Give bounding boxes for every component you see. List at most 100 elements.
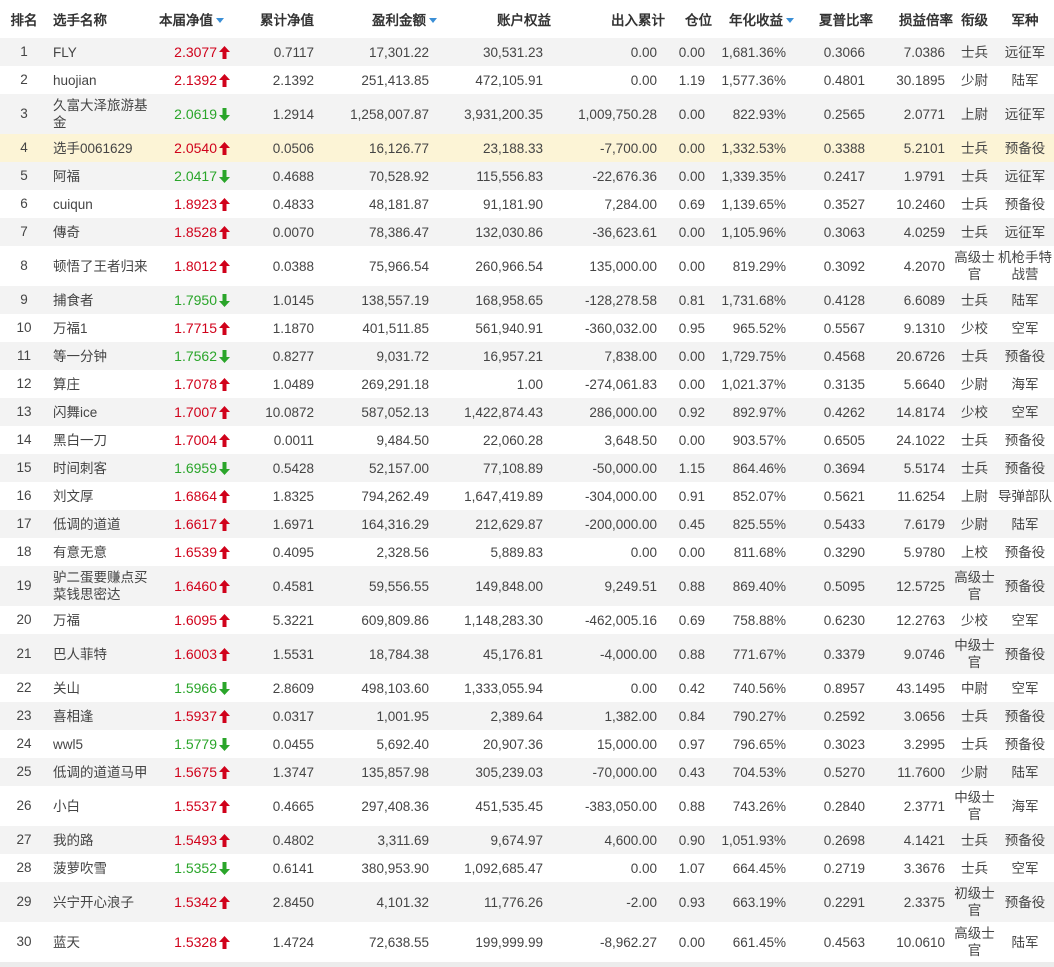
table-row[interactable]: 10 万福1 1.7715 1.1870 401,511.85 561,940.91 -36… bbox=[0, 314, 1054, 342]
inout-cell: -4,000.00 bbox=[599, 646, 657, 662]
player-name[interactable]: 时间刺客 bbox=[48, 454, 153, 482]
table-row[interactable]: 23 喜相逢 1.5937 0.0317 1,001.95 2,389.64 1,382.0… bbox=[0, 702, 1054, 730]
rank-title-cell: 上尉 bbox=[961, 488, 988, 504]
table-row[interactable]: 28 菠萝吹雪 1.5352 0.6141 380,953.90 1,092,685.47… bbox=[0, 854, 1054, 882]
table-row[interactable]: 19 驴二蛋要赚点买菜钱思密达 1.6460 0.4581 59,556.55 149,8… bbox=[0, 566, 1054, 606]
player-name[interactable]: 驴二蛋要赚点买菜钱思密达 bbox=[48, 566, 153, 606]
player-name[interactable]: 低调的道道马甲 bbox=[48, 758, 153, 786]
sharpe-cell: 0.5433 bbox=[823, 516, 865, 532]
equity-cell: 1,148,283.30 bbox=[464, 612, 543, 628]
player-name[interactable]: 捕食者 bbox=[48, 286, 153, 314]
header-branch[interactable]: 军种 bbox=[996, 0, 1054, 38]
table-row[interactable]: 15 时间刺客 1.6959 0.5428 52,157.00 77,108.89 -50,… bbox=[0, 454, 1054, 482]
nav-cell: 1.8012 bbox=[153, 246, 234, 286]
player-name[interactable]: cuiqun bbox=[48, 190, 153, 218]
player-name[interactable]: 阿福 bbox=[48, 162, 153, 190]
player-name[interactable]: FLY bbox=[48, 38, 153, 66]
profit-cell: 48,181.87 bbox=[368, 196, 429, 212]
table-row[interactable]: 26 小白 1.5537 0.4665 297,408.36 451,535.45 -383… bbox=[0, 786, 1054, 826]
nav-value: 1.7007 bbox=[174, 403, 217, 420]
header-position[interactable]: 仓位 bbox=[665, 0, 712, 38]
sharpe-cell: 0.3135 bbox=[823, 376, 865, 392]
header-name[interactable]: 选手名称 bbox=[48, 0, 153, 38]
player-name[interactable]: 选手0061629 bbox=[48, 134, 153, 162]
player-name[interactable]: 刘文厚 bbox=[48, 482, 153, 510]
player-name[interactable]: 久富大泽旅游基金 bbox=[48, 94, 153, 134]
player-name[interactable]: 闪舞ice bbox=[48, 398, 153, 426]
table-row[interactable]: 6 cuiqun 1.8923 0.4833 48,181.87 91,181.90 7,2… bbox=[0, 190, 1054, 218]
table-row[interactable]: 17 低调的道道 1.6617 1.6971 164,316.29 212,629.87 -… bbox=[0, 510, 1054, 538]
player-name[interactable]: 有意无意 bbox=[48, 538, 153, 566]
position-cell: 0.42 bbox=[678, 680, 705, 696]
player-name[interactable]: 菠萝吹雪 bbox=[48, 854, 153, 882]
header-rank-title[interactable]: 衔级 bbox=[953, 0, 996, 38]
nav-value: 1.8923 bbox=[174, 195, 217, 212]
player-name[interactable]: 喜相逢 bbox=[48, 702, 153, 730]
rank-title-cell: 士兵 bbox=[961, 860, 988, 876]
pl-ratio-cell: 10.0610 bbox=[896, 934, 945, 950]
player-name[interactable]: huojian bbox=[48, 66, 153, 94]
player-name[interactable]: 巴人菲特 bbox=[48, 634, 153, 674]
sharpe-cell: 0.3063 bbox=[823, 224, 865, 240]
table-row[interactable]: 20 万福 1.6095 5.3221 609,809.86 1,148,283.30 -4… bbox=[0, 606, 1054, 634]
player-name[interactable]: 蓝天 bbox=[48, 922, 153, 962]
position-cell: 0.00 bbox=[678, 106, 705, 122]
player-name[interactable]: 我的路 bbox=[48, 826, 153, 854]
header-rank[interactable]: 排名 bbox=[0, 0, 48, 38]
player-name[interactable]: 万福 bbox=[48, 606, 153, 634]
arrow-up-icon bbox=[219, 895, 230, 909]
player-name[interactable]: 关山 bbox=[48, 674, 153, 702]
position-cell: 0.97 bbox=[678, 736, 705, 752]
player-name[interactable]: 顿悟了王者归来 bbox=[48, 246, 153, 286]
table-row[interactable]: 2 huojian 2.1392 2.1392 251,413.85 472,105.91… bbox=[0, 66, 1054, 94]
header-nav[interactable]: 本届净值 bbox=[153, 0, 234, 38]
table-row[interactable]: 12 算庄 1.7078 1.0489 269,291.18 1.00 -274,061.8… bbox=[0, 370, 1054, 398]
branch-cell: 陆军 bbox=[1011, 934, 1039, 950]
inout-cell: -50,000.00 bbox=[592, 460, 657, 476]
table-row[interactable]: 3 久富大泽旅游基金 2.0619 1.2914 1,258,007.87 3,931,2… bbox=[0, 94, 1054, 134]
profit-cell: 5,692.40 bbox=[376, 736, 429, 752]
equity-cell: 1,092,685.47 bbox=[464, 860, 543, 876]
profit-cell: 2,328.56 bbox=[376, 544, 429, 560]
table-row[interactable]: 13 闪舞ice 1.7007 10.0872 587,052.13 1,422,874.… bbox=[0, 398, 1054, 426]
header-equity[interactable]: 账户权益 bbox=[437, 0, 551, 38]
player-name[interactable]: 算庄 bbox=[48, 370, 153, 398]
table-row[interactable]: 27 我的路 1.5493 0.4802 3,311.69 9,674.97 4,600.0… bbox=[0, 826, 1054, 854]
table-row[interactable]: 11 等一分钟 1.7562 0.8277 9,031.72 16,957.21 7,838… bbox=[0, 342, 1054, 370]
inout-cell: 1,382.00 bbox=[604, 708, 657, 724]
table-row[interactable]: 5 阿福 2.0417 0.4688 70,528.92 115,556.83 -22,67… bbox=[0, 162, 1054, 190]
header-pl-ratio[interactable]: 损益倍率 bbox=[873, 0, 953, 38]
player-name[interactable]: 傳奇 bbox=[48, 218, 153, 246]
table-row[interactable]: 9 捕食者 1.7950 1.0145 138,557.19 168,958.65 -128… bbox=[0, 286, 1054, 314]
player-name[interactable]: 小白 bbox=[48, 786, 153, 826]
table-row[interactable]: 7 傳奇 1.8528 0.0070 78,386.47 132,030.86 -36,62… bbox=[0, 218, 1054, 246]
branch-cell: 海军 bbox=[1011, 376, 1039, 392]
player-name[interactable]: 黑白一刀 bbox=[48, 426, 153, 454]
player-name[interactable]: 低调的道道 bbox=[48, 510, 153, 538]
pl-ratio-cell: 2.3771 bbox=[903, 798, 945, 814]
player-name[interactable]: wwl5 bbox=[48, 730, 153, 758]
table-row[interactable]: 18 有意无意 1.6539 0.4095 2,328.56 5,889.83 0.00 0.… bbox=[0, 538, 1054, 566]
header-cum-nav[interactable]: 累计净值 bbox=[234, 0, 324, 38]
table-row[interactable]: 14 黑白一刀 1.7004 0.0011 9,484.50 22,060.28 3,648… bbox=[0, 426, 1054, 454]
table-row[interactable]: 22 关山 1.5966 2.8609 498,103.60 1,333,055.94 0.… bbox=[0, 674, 1054, 702]
table-row[interactable]: 8 顿悟了王者归来 1.8012 0.0388 75,966.54 260,966.54 1… bbox=[0, 246, 1054, 286]
rank-title-cell: 士兵 bbox=[961, 708, 988, 724]
table-row[interactable]: 21 巴人菲特 1.6003 1.5531 18,784.38 45,176.81 -4,0… bbox=[0, 634, 1054, 674]
table-row[interactable]: 25 低调的道道马甲 1.5675 1.3747 135,857.98 305,239.0… bbox=[0, 758, 1054, 786]
table-row[interactable]: 16 刘文厚 1.6864 1.8325 794,262.49 1,647,419.89 -… bbox=[0, 482, 1054, 510]
table-row[interactable]: 1 FLY 2.3077 0.7117 17,301.22 30,531.23 0.00 0.… bbox=[0, 38, 1054, 66]
player-name[interactable]: 兴宁开心浪子 bbox=[48, 882, 153, 922]
table-row[interactable]: 30 蓝天 1.5328 1.4724 72,638.55 199,999.99 -8,96… bbox=[0, 922, 1054, 962]
player-name[interactable]: 等一分钟 bbox=[48, 342, 153, 370]
header-inout[interactable]: 出入累计 bbox=[551, 0, 665, 38]
table-row[interactable]: 4 选手0061629 2.0540 0.0506 16,126.77 23,188.33… bbox=[0, 134, 1054, 162]
arrow-up-icon bbox=[219, 141, 230, 155]
table-row[interactable]: 24 wwl5 1.5779 0.0455 5,692.40 20,907.36 15,00… bbox=[0, 730, 1054, 758]
header-profit[interactable]: 盈利金额 bbox=[324, 0, 437, 38]
header-annual[interactable]: 年化收益 bbox=[712, 0, 794, 38]
table-row[interactable]: 29 兴宁开心浪子 1.5342 2.8450 4,101.32 11,776.26 -2.… bbox=[0, 882, 1054, 922]
header-sharpe[interactable]: 夏普比率 bbox=[794, 0, 873, 38]
rank-title-cell: 士兵 bbox=[961, 196, 988, 212]
player-name[interactable]: 万福1 bbox=[48, 314, 153, 342]
